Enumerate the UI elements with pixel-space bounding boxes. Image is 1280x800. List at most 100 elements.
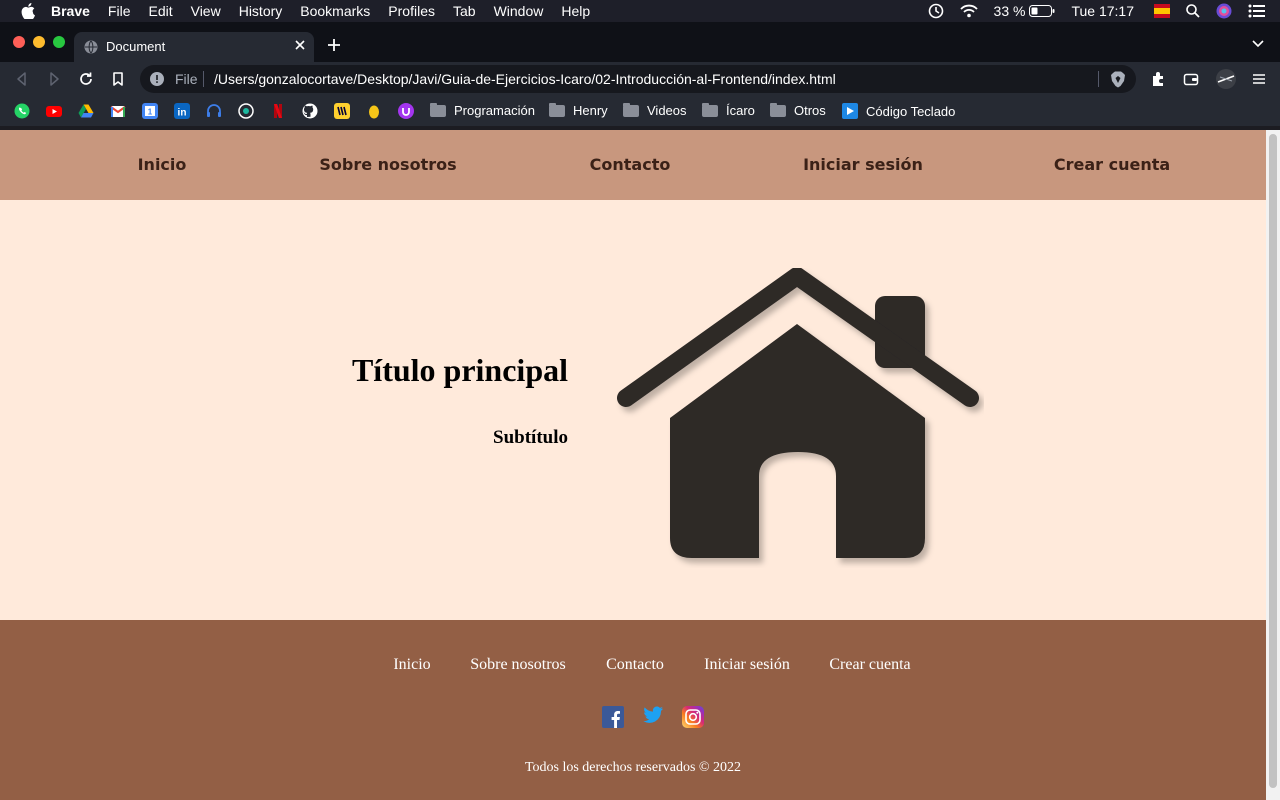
bookmark-icon[interactable] [110,71,126,87]
page-subtitle: Subtítulo [493,427,568,448]
menu-tab[interactable]: Tab [453,0,476,22]
bookmark-folder-label: Otros [794,103,826,118]
linkedin-icon[interactable]: in [174,103,190,119]
menu-bookmarks[interactable]: Bookmarks [300,0,370,22]
siri-icon[interactable] [1216,3,1232,19]
folder-icon [702,102,718,117]
bookmark-folder-label: Videos [647,103,687,118]
page-title: Título principal [351,352,568,388]
control-center-icon[interactable] [1248,4,1266,18]
svg-text:1: 1 [148,108,153,117]
copyright-text: Todos los derechos reservados © 2022 [524,760,742,775]
bookmark-folder-henry[interactable]: Henry [549,102,608,118]
folder-icon [549,102,565,117]
menu-history[interactable]: History [239,0,283,22]
footer-link-crear-cuenta[interactable]: Crear cuenta [829,656,910,674]
scrollbar-thumb[interactable] [1269,134,1277,788]
play-icon [842,103,858,119]
url-separator-right [1098,71,1099,87]
menu-help[interactable]: Help [561,0,590,22]
address-bar[interactable]: File /Users/gonzalocortave/Desktop/Javi/… [140,65,1136,93]
url-text[interactable]: /Users/gonzalocortave/Desktop/Javi/Guia-… [214,71,836,87]
zoom-window-button[interactable] [53,36,65,48]
profile-avatar-icon[interactable] [1216,69,1236,89]
footer-link-iniciar-sesion[interactable]: Iniciar sesión [704,656,790,674]
bookmark-folder-programacion[interactable]: Programación [430,102,535,118]
brave-shields-icon[interactable] [1110,71,1126,88]
instagram-icon[interactable] [682,706,704,728]
bookmark-folder-label: Henry [573,103,608,118]
menu-edit[interactable]: Edit [148,0,172,22]
back-icon[interactable] [14,71,30,87]
nav-link-inicio[interactable]: Inicio [138,155,187,174]
footer-link-inicio[interactable]: Inicio [393,656,430,674]
twitter-icon[interactable] [642,704,664,726]
nav-link-contacto[interactable]: Contacto [590,155,671,174]
bookmark-folder-label: Ícaro [726,103,755,118]
browser-toolbar: File /Users/gonzalocortave/Desktop/Javi/… [0,62,1280,96]
bookmark-folder-videos[interactable]: Videos [623,102,687,118]
url-scheme-label: File [175,71,198,87]
chevron-down-icon[interactable] [1252,40,1264,48]
page-scrollbar[interactable] [1266,130,1280,800]
netflix-icon[interactable] [270,103,286,119]
house-icon [617,268,979,558]
spotlight-search-icon[interactable] [1186,4,1200,18]
clock[interactable]: Tue 17:17 [1071,3,1134,19]
input-source-flag-icon[interactable] [1154,4,1170,18]
menu-app-name[interactable]: Brave [51,0,90,22]
bookmark-folder-label: Programación [454,103,535,118]
tab-title: Document [106,39,166,54]
tab-document[interactable]: Document [74,32,314,62]
url-separator [203,71,204,87]
close-window-button[interactable] [13,36,25,48]
bookmarks-bar: 1 in Programación Henry Videos Ícaro Otr… [0,96,1280,126]
folder-icon [430,102,446,117]
battery-icon[interactable] [1029,5,1055,17]
footer-link-contacto[interactable]: Contacto [606,656,664,674]
youtube-icon[interactable] [46,103,62,119]
facebook-icon[interactable] [602,706,624,728]
tab-strip: Document [0,22,1280,62]
folder-icon [770,102,786,117]
browser-menu-icon[interactable] [1251,71,1267,87]
page-viewport: Inicio Sobre nosotros Contacto Iniciar s… [0,130,1266,800]
bookmark-label: Código Teclado [866,103,956,119]
bookmark-folder-icaro[interactable]: Ícaro [702,102,755,118]
nav-link-crear-cuenta[interactable]: Crear cuenta [1054,155,1170,174]
folder-icon [623,102,639,117]
menu-profiles[interactable]: Profiles [388,0,435,22]
svg-text:in: in [178,108,187,119]
egg-icon[interactable] [366,103,382,119]
menu-window[interactable]: Window [494,0,544,22]
wallet-icon[interactable] [1183,71,1199,87]
time-machine-icon[interactable] [928,3,944,19]
bookmark-codigo-teclado[interactable]: Código Teclado [842,103,955,119]
bookmark-folder-otros[interactable]: Otros [770,102,826,118]
whatsapp-icon[interactable] [14,103,30,119]
nav-link-sobre-nosotros[interactable]: Sobre nosotros [319,155,456,174]
wifi-icon[interactable] [959,4,978,18]
gmail-icon[interactable] [110,103,126,119]
headphones-icon[interactable] [206,103,222,119]
github-icon[interactable] [302,103,318,119]
miro-icon[interactable] [334,103,350,119]
menu-file[interactable]: File [108,0,131,22]
google-calendar-icon[interactable]: 1 [142,103,158,119]
extensions-icon[interactable] [1150,71,1166,87]
reload-icon[interactable] [78,71,94,87]
apple-icon[interactable] [21,3,35,19]
forward-icon[interactable] [46,71,62,87]
music-icon[interactable] [238,103,254,119]
menu-view[interactable]: View [191,0,221,22]
google-drive-icon[interactable] [78,103,94,119]
new-tab-icon[interactable] [327,38,341,52]
minimize-window-button[interactable] [33,36,45,48]
nav-link-iniciar-sesion[interactable]: Iniciar sesión [803,155,923,174]
site-navbar: Inicio Sobre nosotros Contacto Iniciar s… [0,130,1266,200]
udemy-icon[interactable] [398,103,414,119]
info-icon[interactable] [150,72,164,86]
footer-link-sobre-nosotros[interactable]: Sobre nosotros [470,656,566,674]
macos-menu-bar: Brave File Edit View History Bookmarks P… [0,0,1280,22]
close-tab-icon[interactable] [294,39,306,51]
